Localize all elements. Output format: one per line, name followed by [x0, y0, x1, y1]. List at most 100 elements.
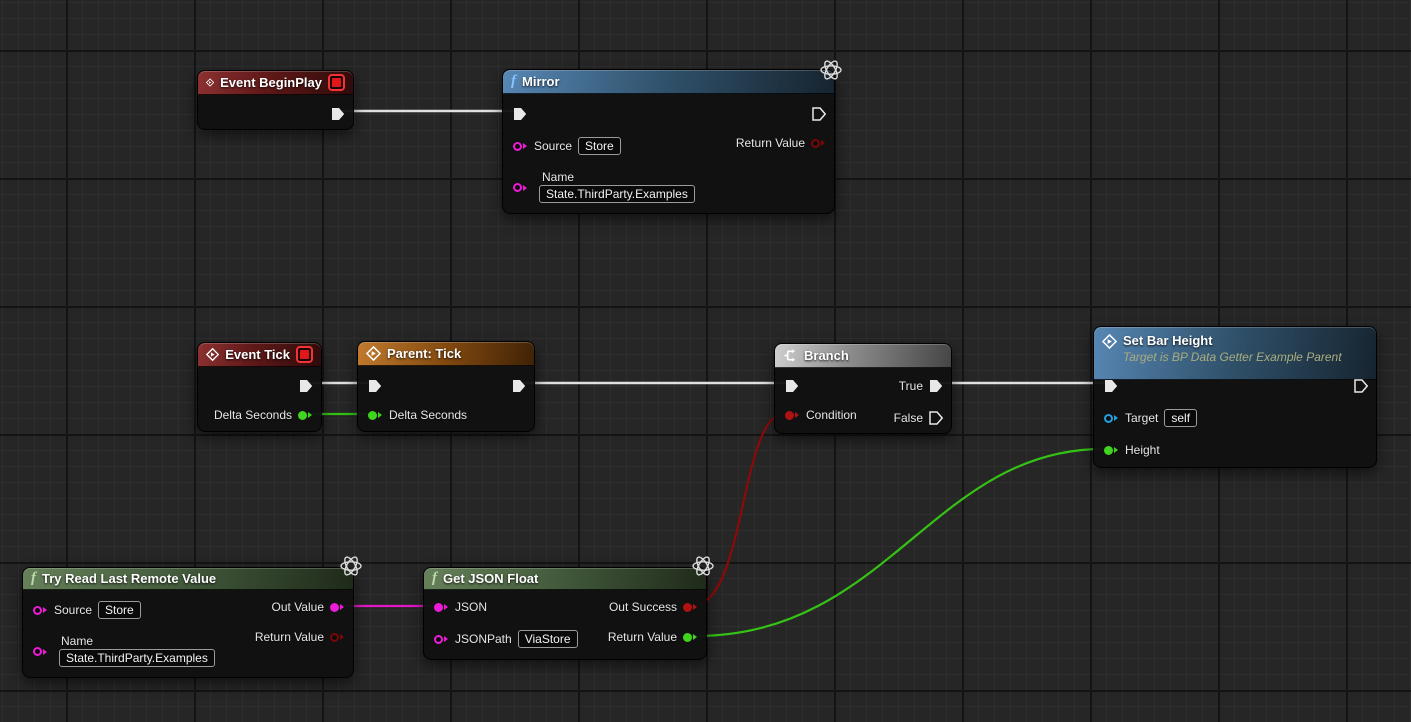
- node-title: Event BeginPlay: [220, 75, 322, 90]
- height-pin[interactable]: [1104, 446, 1113, 455]
- return-value-pin[interactable]: [330, 633, 339, 642]
- exec-out-pin[interactable]: [512, 379, 526, 393]
- source-pin[interactable]: [33, 606, 42, 615]
- pin-row: False: [894, 409, 943, 427]
- name-pin[interactable]: [33, 647, 42, 656]
- node-title: Branch: [804, 348, 849, 363]
- pin-label: Source: [534, 139, 572, 153]
- node-header: f Mirror: [503, 70, 834, 94]
- name-value-field[interactable]: State.ThirdParty.Examples: [59, 649, 215, 667]
- jsonpath-pin[interactable]: [434, 635, 443, 644]
- function-icon: f: [31, 571, 36, 586]
- delta-seconds-pin[interactable]: [298, 411, 307, 420]
- json-pin[interactable]: [434, 603, 443, 612]
- pin-row: Delta Seconds: [214, 406, 313, 424]
- source-pin[interactable]: [513, 142, 522, 151]
- node-title: Parent: Tick: [387, 346, 461, 361]
- true-exec-pin[interactable]: [929, 379, 943, 393]
- node-title: Mirror: [522, 74, 560, 89]
- out-success-pin[interactable]: [683, 603, 692, 612]
- exec-out-pin[interactable]: [1354, 379, 1368, 393]
- atom-icon: [691, 554, 715, 578]
- pin-label: Return Value: [608, 630, 677, 644]
- pin-row: [368, 377, 382, 395]
- node-set-bar-height[interactable]: Set Bar Height Target is BP Data Getter …: [1093, 326, 1377, 468]
- target-value-field[interactable]: self: [1164, 409, 1197, 427]
- source-value-field[interactable]: Store: [98, 601, 141, 619]
- pin-row: Target self: [1104, 409, 1197, 427]
- target-pin[interactable]: [1104, 414, 1113, 423]
- node-title: Try Read Last Remote Value: [42, 571, 216, 586]
- node-mirror[interactable]: f Mirror Source Store Return Value Name …: [502, 69, 835, 214]
- node-header: Set Bar Height Target is BP Data Getter …: [1094, 327, 1376, 380]
- branch-icon: [783, 348, 798, 363]
- event-icon: [1102, 334, 1117, 349]
- debug-marker-icon: [296, 346, 313, 363]
- pin-row: Height: [1104, 441, 1160, 459]
- node-get-json-float[interactable]: f Get JSON Float JSON JSONPath ViaStore …: [423, 567, 707, 660]
- node-header: Branch: [775, 344, 951, 368]
- jsonpath-value-field[interactable]: ViaStore: [518, 630, 578, 648]
- exec-out-pin[interactable]: [299, 379, 313, 393]
- name-pin[interactable]: [513, 183, 522, 192]
- node-branch[interactable]: Branch Condition True False: [774, 343, 952, 434]
- pin-label: JSON: [455, 600, 487, 614]
- false-exec-pin[interactable]: [929, 411, 943, 425]
- atom-icon: [819, 58, 843, 82]
- event-icon: [206, 347, 219, 362]
- pin-row: [512, 377, 526, 395]
- event-icon: [366, 346, 381, 361]
- node-header: f Try Read Last Remote Value: [23, 568, 353, 590]
- exec-in-pin[interactable]: [1104, 379, 1118, 393]
- delta-seconds-pin[interactable]: [368, 411, 377, 420]
- name-value-field[interactable]: State.ThirdParty.Examples: [539, 185, 695, 203]
- pin-label: False: [894, 411, 923, 425]
- node-event-begin-play[interactable]: Event BeginPlay: [197, 70, 354, 130]
- pin-label: JSONPath: [455, 632, 512, 646]
- node-header: Event Tick: [198, 343, 321, 367]
- return-value-pin[interactable]: [683, 633, 692, 642]
- node-parent-tick[interactable]: Parent: Tick Delta Seconds: [357, 341, 535, 432]
- node-header: Parent: Tick: [358, 342, 534, 366]
- source-value-field[interactable]: Store: [578, 137, 621, 155]
- node-event-tick[interactable]: Event Tick Delta Seconds: [197, 342, 322, 432]
- function-icon: f: [432, 571, 437, 586]
- pin-row: Return Value: [736, 134, 826, 152]
- pin-row: [1104, 377, 1118, 395]
- condition-pin[interactable]: [785, 411, 794, 420]
- event-icon: [206, 75, 214, 90]
- pin-label: Name: [542, 170, 574, 184]
- node-header: f Get JSON Float: [424, 568, 706, 590]
- exec-out-pin[interactable]: [331, 107, 345, 121]
- exec-in-pin[interactable]: [785, 379, 799, 393]
- pin-row: [1354, 377, 1368, 395]
- exec-out-pin[interactable]: [812, 107, 826, 121]
- wire-float-returnvalue-to-height[interactable]: [692, 449, 1103, 636]
- pin-row: State.ThirdParty.Examples: [539, 185, 695, 203]
- pin-label: Out Success: [609, 600, 677, 614]
- pin-row: [785, 377, 799, 395]
- pin-label: Out Value: [272, 600, 324, 614]
- pin-row: [513, 105, 527, 123]
- pin-label: Return Value: [255, 630, 324, 644]
- node-title: Event Tick: [225, 347, 290, 362]
- exec-in-pin[interactable]: [368, 379, 382, 393]
- pin-row: JSONPath ViaStore: [434, 630, 578, 648]
- exec-in-pin[interactable]: [513, 107, 527, 121]
- return-value-pin[interactable]: [811, 139, 820, 148]
- pin-label: Height: [1125, 443, 1160, 457]
- pin-row: [299, 377, 313, 395]
- pin-label: Name: [61, 634, 93, 648]
- pin-row: Source Store: [513, 137, 621, 155]
- pin-label: True: [899, 379, 923, 393]
- pin-row: True: [899, 377, 943, 395]
- pin-row: Condition: [785, 406, 857, 424]
- pin-row: Return Value: [255, 628, 345, 646]
- blueprint-graph-canvas[interactable]: Event BeginPlay f Mirror Source Store Re…: [0, 0, 1411, 722]
- out-value-pin[interactable]: [330, 603, 339, 612]
- node-try-read-last-remote-value[interactable]: f Try Read Last Remote Value Source Stor…: [22, 567, 354, 678]
- pin-row: Out Value: [272, 598, 345, 616]
- debug-marker-icon: [328, 74, 345, 91]
- pin-label: Return Value: [736, 136, 805, 150]
- pin-row: Out Success: [609, 598, 698, 616]
